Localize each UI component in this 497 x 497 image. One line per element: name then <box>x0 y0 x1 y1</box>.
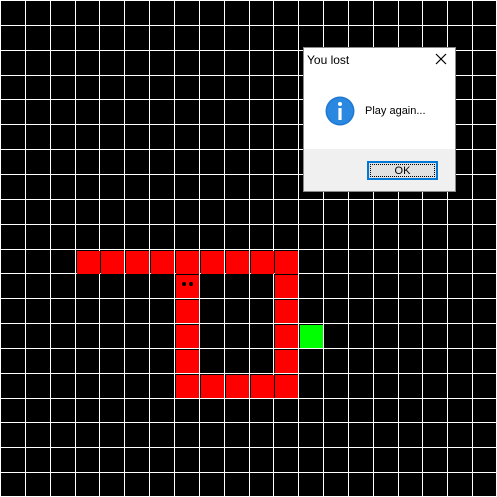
ok-button[interactable]: OK <box>367 161 438 180</box>
snake-segment <box>175 299 199 323</box>
snake-segment <box>274 274 298 298</box>
close-icon <box>435 53 447 65</box>
snake-segment <box>274 374 298 398</box>
snake-segment <box>100 250 124 274</box>
ok-button-label: OK <box>394 164 411 177</box>
snake-segment <box>274 324 298 348</box>
snake-segment <box>175 374 199 398</box>
info-icon <box>325 96 355 126</box>
snake-segment <box>175 324 199 348</box>
snake-segment <box>250 250 274 274</box>
snake-segment <box>200 374 224 398</box>
dialog-footer: OK <box>304 149 455 191</box>
snake-head <box>175 274 199 298</box>
snake-eye <box>181 281 186 286</box>
snake-segment <box>274 299 298 323</box>
snake-segment <box>76 250 100 274</box>
snake-eye <box>188 281 193 286</box>
snake-segment <box>125 250 149 274</box>
snake-segment <box>150 250 174 274</box>
close-button[interactable] <box>427 48 455 70</box>
snake-segment <box>225 250 249 274</box>
snake-segment <box>175 349 199 373</box>
snake-segment <box>175 250 199 274</box>
snake-segment <box>274 250 298 274</box>
snake-segment <box>225 374 249 398</box>
dialog-title: You lost <box>307 53 350 67</box>
snake-segment <box>250 374 274 398</box>
you-lost-dialog: You lost Play again... OK <box>303 47 456 192</box>
food-pellet <box>299 324 323 348</box>
dialog-message: Play again... <box>365 105 426 117</box>
snake-segment <box>274 349 298 373</box>
snake-segment <box>200 250 224 274</box>
